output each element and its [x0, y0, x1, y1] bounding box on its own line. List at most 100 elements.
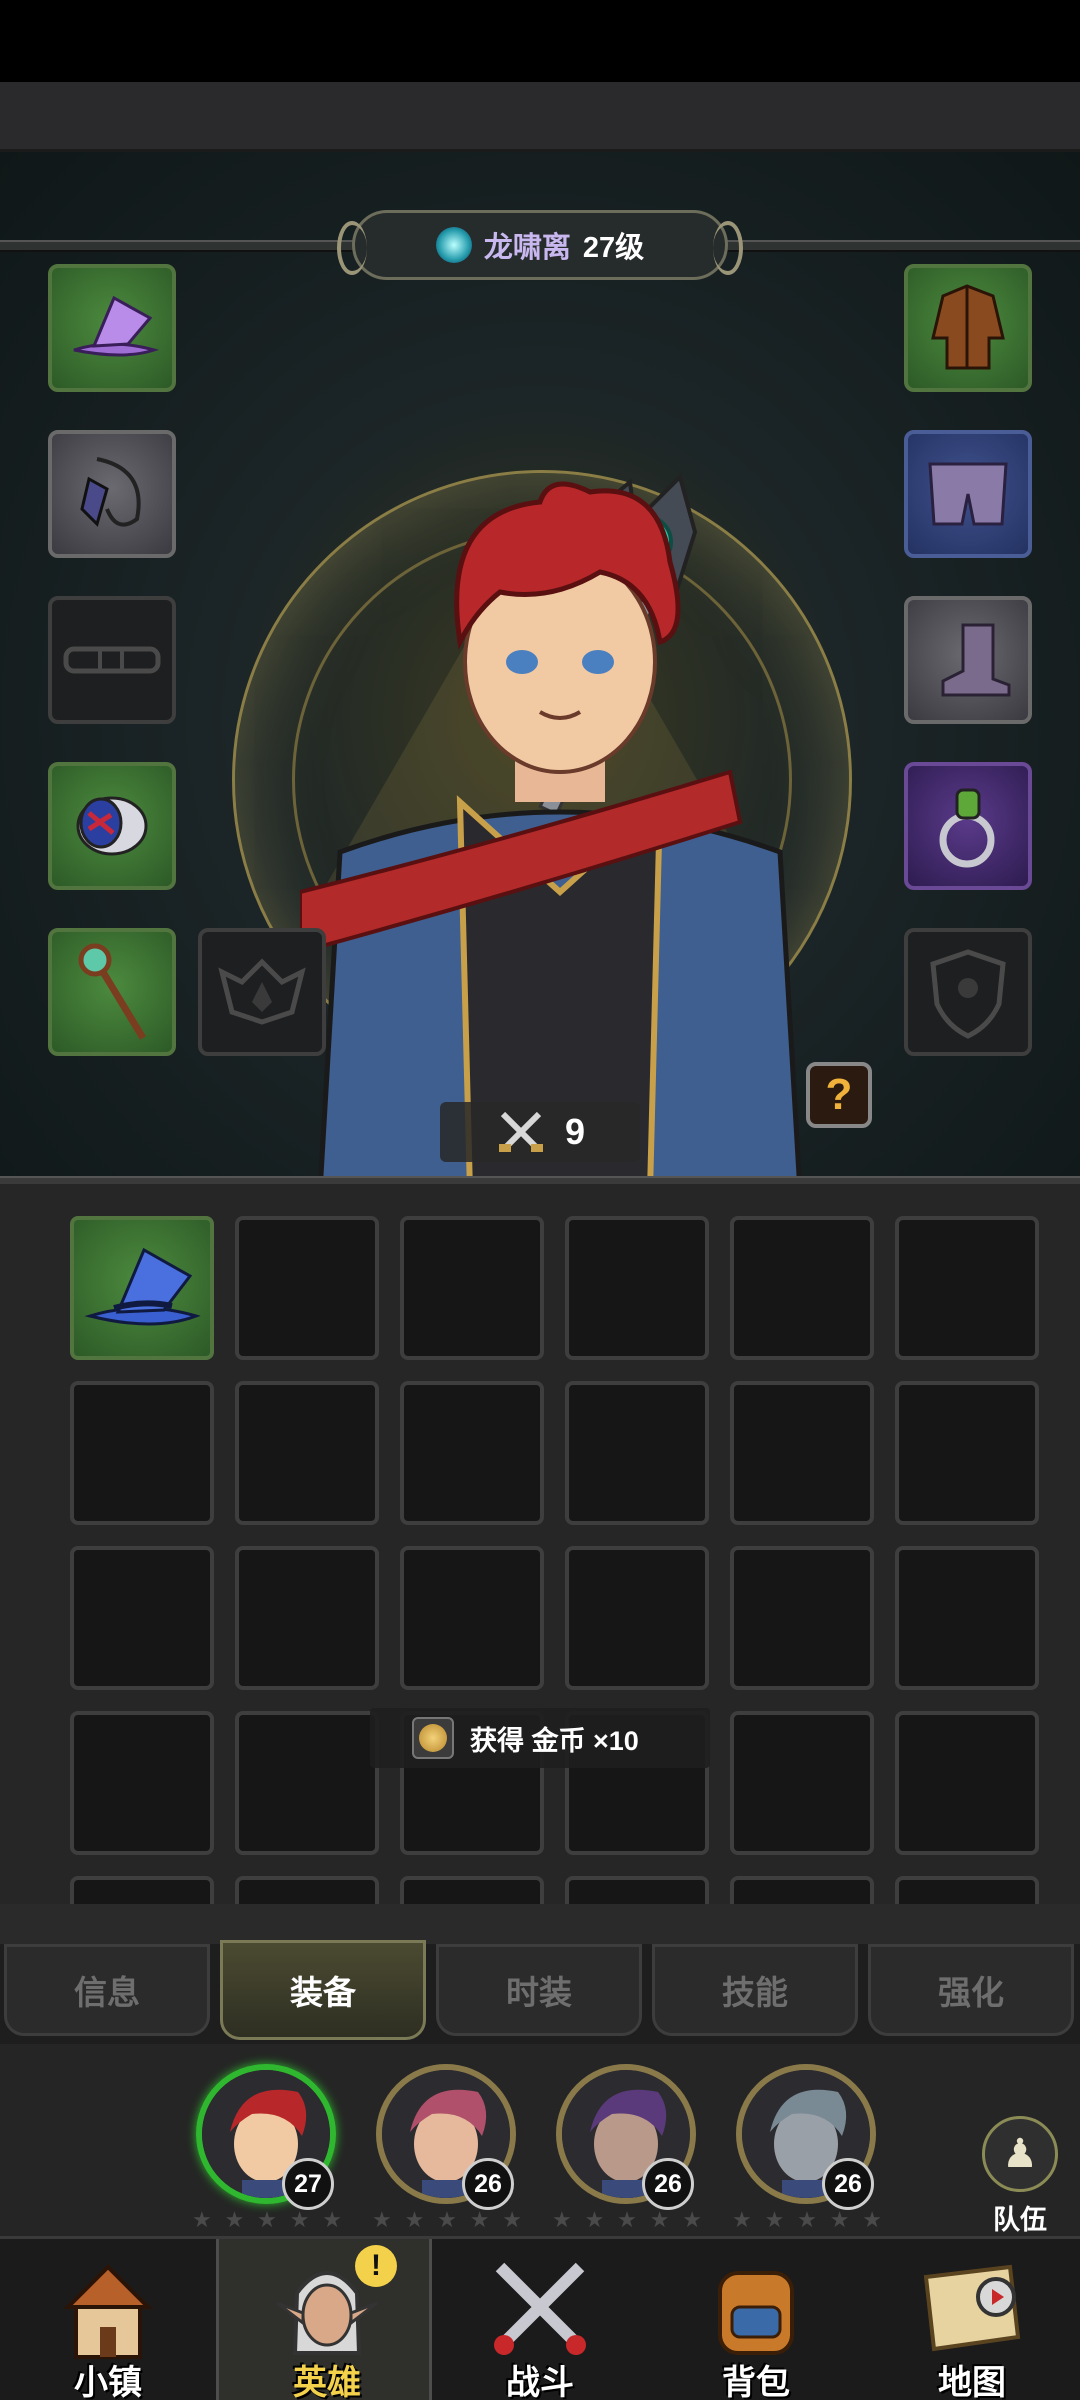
inventory-slot[interactable] [895, 1216, 1039, 1360]
inventory-grid [0, 1184, 1080, 1904]
blue-wizard-hat-icon [84, 1247, 201, 1326]
help-button[interactable]: ? [806, 1062, 872, 1128]
roster-hero-card[interactable]: 26 ★ ★ ★ ★ ★ [720, 2056, 882, 2234]
equip-slot-boots[interactable] [904, 596, 1032, 724]
inventory-slot[interactable] [565, 1381, 709, 1525]
robe-icon [931, 284, 1005, 370]
inventory-slot[interactable] [730, 1381, 874, 1525]
tab-fashion[interactable]: 时装 [436, 1944, 642, 2036]
inventory-slot[interactable] [70, 1381, 214, 1525]
star-icon: ★ [732, 2208, 752, 2233]
inventory-slot[interactable] [895, 1546, 1039, 1690]
inventory-slot[interactable] [235, 1546, 379, 1690]
nav-map[interactable]: 地图 [864, 2239, 1080, 2400]
equip-slot-offhand[interactable] [198, 928, 326, 1056]
hero-level: 27级 [582, 232, 645, 264]
star-icon: ★ [584, 2208, 605, 2233]
nav-town-label: 小镇 [74, 2364, 142, 2400]
crossed-swords-icon [498, 1111, 543, 1153]
inventory-slot[interactable] [235, 1876, 379, 1904]
backpack-icon [718, 2271, 794, 2355]
inventory-slot[interactable] [730, 1216, 874, 1360]
star-icon: ★ [257, 2208, 277, 2233]
hero-level-badge: 26 [822, 2158, 874, 2210]
inventory-slot[interactable] [70, 1711, 214, 1855]
tab-bar-rule [0, 1904, 1080, 1944]
inventory-slot-blue-wizard-hat[interactable] [70, 1216, 214, 1360]
wooden-staff-icon [78, 943, 146, 1040]
offhand-emblem-icon [218, 958, 306, 1025]
inventory-slot[interactable] [70, 1876, 214, 1904]
team-button[interactable]: ♟ 队伍 [970, 2116, 1070, 2236]
star-icon: ★ [322, 2208, 342, 2233]
purple-hat-icon [73, 295, 160, 357]
roster-hero-card[interactable]: 26 ★ ★ ★ ★ ★ [540, 2056, 702, 2234]
nav-town[interactable]: 小镇 [0, 2239, 216, 2400]
nav-battle-label: 战斗 [506, 2364, 574, 2400]
inventory-slot[interactable] [895, 1381, 1039, 1525]
bracer-icon [76, 796, 148, 856]
inventory-slot[interactable] [400, 1216, 544, 1360]
equip-slot-pants[interactable] [904, 430, 1032, 558]
inventory-slot[interactable] [235, 1216, 379, 1360]
inventory-slot[interactable] [400, 1546, 544, 1690]
tab-info[interactable]: 信息 [4, 1944, 210, 2036]
chess-pieces-icon: ♟ [982, 2116, 1058, 2192]
inventory-slot[interactable] [730, 1876, 874, 1904]
equip-slot-belt[interactable] [48, 596, 176, 724]
inventory-slot[interactable] [565, 1876, 709, 1904]
roster-hero-card[interactable]: 27 ★ ★ ★ ★ ★ [180, 2056, 342, 2234]
nav-hero-label: 英雄 [293, 2364, 361, 2400]
inventory-slot[interactable] [730, 1711, 874, 1855]
hero-star-rating: ★ ★ ★ ★ ★ [552, 2208, 702, 2233]
town-icon [63, 2264, 153, 2359]
hero-level-badge: 26 [642, 2158, 694, 2210]
star-icon: ★ [372, 2208, 392, 2233]
nav-backpack-label: 背包 [722, 2364, 790, 2400]
inventory-slot[interactable] [400, 1876, 544, 1904]
map-icon [923, 2264, 1021, 2352]
bottom-navigation: 小镇 ! 英雄 战斗 背包 地图 [0, 2236, 1080, 2400]
roster-hero-card[interactable]: 26 ★ ★ ★ ★ ★ [360, 2056, 522, 2234]
star-icon: ★ [437, 2208, 457, 2233]
hero-star-rating: ★ ★ ★ ★ ★ [732, 2208, 882, 2233]
battle-icon [494, 2262, 586, 2355]
star-icon: ★ [224, 2208, 245, 2233]
star-icon: ★ [764, 2208, 785, 2233]
boots-icon [941, 623, 1011, 697]
equip-slot-hat[interactable] [48, 264, 176, 392]
star-icon: ★ [552, 2208, 572, 2233]
inventory-slot[interactable] [895, 1876, 1039, 1904]
hero-name: 龙啸离 [483, 232, 571, 264]
inventory-slot[interactable] [235, 1381, 379, 1525]
hero-name-plate: 龙啸离 27级 [337, 210, 743, 280]
combat-power: 9 [440, 1102, 640, 1162]
inventory-slot[interactable] [895, 1711, 1039, 1855]
inventory-slot[interactable] [400, 1381, 544, 1525]
equip-slot-ring[interactable] [904, 762, 1032, 890]
nav-battle[interactable]: 战斗 [432, 2239, 648, 2400]
necklace-icon [80, 457, 141, 527]
plate-wing-right [713, 221, 743, 275]
star-icon: ★ [797, 2208, 817, 2233]
inventory-slot[interactable] [70, 1546, 214, 1690]
equip-slot-necklace[interactable] [48, 430, 176, 558]
equip-slot-weapon[interactable] [48, 928, 176, 1056]
tab-skills[interactable]: 技能 [652, 1944, 858, 2036]
hero-portrait[interactable] [300, 472, 820, 1180]
equip-slot-robe[interactable] [904, 264, 1032, 392]
equip-slot-bracer[interactable] [48, 762, 176, 890]
staff-class-icon [435, 227, 472, 263]
tab-enhance[interactable]: 强化 [868, 1944, 1074, 2036]
nav-backpack[interactable]: 背包 [648, 2239, 864, 2400]
nav-hero[interactable]: ! 英雄 [216, 2239, 432, 2400]
inventory-slot[interactable] [565, 1216, 709, 1360]
tab-equipment[interactable]: 装备 [220, 1940, 426, 2040]
gold-coin-icon [412, 1717, 454, 1759]
equip-slot-shield[interactable] [904, 928, 1032, 1056]
inventory-slot[interactable] [730, 1546, 874, 1690]
star-icon: ★ [682, 2208, 702, 2233]
inventory-slot[interactable] [235, 1711, 379, 1855]
inventory-slot[interactable] [565, 1546, 709, 1690]
pants-icon [928, 462, 1008, 526]
